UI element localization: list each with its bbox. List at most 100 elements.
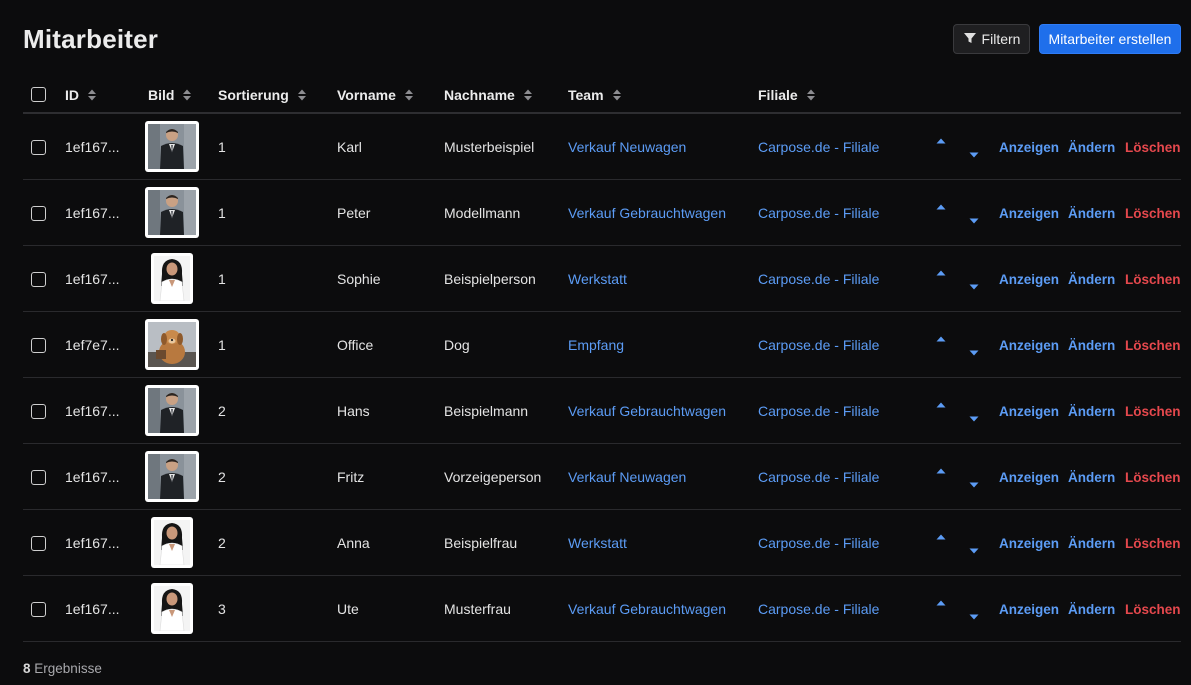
branch-link[interactable]: Carpose.de - Filiale [758, 180, 879, 246]
branch-link[interactable]: Carpose.de - Filiale [758, 378, 879, 444]
delete-link[interactable]: Löschen [1125, 180, 1181, 246]
sort-icon [523, 88, 533, 102]
delete-link[interactable]: Löschen [1125, 576, 1181, 642]
row-checkbox[interactable] [31, 272, 46, 287]
team-link[interactable]: Werkstatt [568, 510, 627, 576]
move-down-icon[interactable] [968, 278, 980, 290]
move-up-icon[interactable] [935, 330, 947, 342]
show-link[interactable]: Anzeigen [999, 444, 1059, 510]
team-link[interactable]: Verkauf Gebrauchtwagen [568, 576, 726, 642]
move-down-icon[interactable] [968, 344, 980, 356]
row-checkbox[interactable] [31, 470, 46, 485]
move-down-icon[interactable] [968, 212, 980, 224]
cell-sort: 2 [218, 403, 226, 419]
row-checkbox[interactable] [31, 536, 46, 551]
edit-link[interactable]: Ändern [1068, 576, 1115, 642]
delete-link[interactable]: Löschen [1125, 444, 1181, 510]
cell-firstname: Anna [337, 535, 370, 551]
row-checkbox[interactable] [31, 338, 46, 353]
team-link[interactable]: Verkauf Neuwagen [568, 444, 686, 510]
move-up-icon[interactable] [935, 528, 947, 540]
edit-link[interactable]: Ändern [1068, 444, 1115, 510]
show-link[interactable]: Anzeigen [999, 246, 1059, 312]
team-link[interactable]: Verkauf Gebrauchtwagen [568, 180, 726, 246]
move-up-icon[interactable] [935, 132, 947, 144]
cell-id: 1ef7e7... [65, 337, 120, 353]
edit-link[interactable]: Ändern [1068, 246, 1115, 312]
edit-link[interactable]: Ändern [1068, 510, 1115, 576]
delete-link[interactable]: Löschen [1125, 114, 1181, 180]
create-employee-button[interactable]: Mitarbeiter erstellen [1039, 24, 1181, 54]
move-down-icon[interactable] [968, 476, 980, 488]
row-checkbox[interactable] [31, 602, 46, 617]
show-link[interactable]: Anzeigen [999, 576, 1059, 642]
move-down-icon[interactable] [968, 542, 980, 554]
edit-link[interactable]: Ändern [1068, 180, 1115, 246]
show-link[interactable]: Anzeigen [999, 312, 1059, 378]
show-link[interactable]: Anzeigen [999, 180, 1059, 246]
branch-link[interactable]: Carpose.de - Filiale [758, 312, 879, 378]
column-header-firstname[interactable]: Vorname [337, 76, 414, 114]
cell-firstname: Hans [337, 403, 370, 419]
column-header-id[interactable]: ID [65, 76, 97, 114]
column-header-image[interactable]: Bild [148, 76, 192, 114]
table-row: 1ef167... 1 Sophie Beispielperson Werkst… [23, 246, 1181, 312]
branch-link[interactable]: Carpose.de - Filiale [758, 444, 879, 510]
page-title: Mitarbeiter [23, 24, 159, 54]
filter-button[interactable]: Filtern [953, 24, 1030, 54]
column-header-branch[interactable]: Filiale [758, 76, 816, 114]
delete-link[interactable]: Löschen [1125, 246, 1181, 312]
move-up-icon[interactable] [935, 462, 947, 474]
row-checkbox[interactable] [31, 140, 46, 155]
move-down-icon[interactable] [968, 146, 980, 158]
employee-photo [145, 385, 199, 436]
table-row: 1ef167... 2 Fritz Vorzeigeperson Verkauf… [23, 444, 1181, 510]
delete-link[interactable]: Löschen [1125, 378, 1181, 444]
team-link[interactable]: Werkstatt [568, 246, 627, 312]
cell-sort: 1 [218, 205, 226, 221]
move-up-icon[interactable] [935, 264, 947, 276]
cell-sort: 1 [218, 139, 226, 155]
row-checkbox[interactable] [31, 206, 46, 221]
show-link[interactable]: Anzeigen [999, 378, 1059, 444]
move-down-icon[interactable] [968, 608, 980, 620]
delete-link[interactable]: Löschen [1125, 312, 1181, 378]
delete-link[interactable]: Löschen [1125, 510, 1181, 576]
edit-link[interactable]: Ändern [1068, 378, 1115, 444]
cell-lastname: Beispielperson [444, 271, 536, 287]
show-link[interactable]: Anzeigen [999, 510, 1059, 576]
show-link[interactable]: Anzeigen [999, 114, 1059, 180]
cell-lastname: Vorzeigeperson [444, 469, 542, 485]
result-count: 8 Ergebnisse [23, 661, 102, 676]
select-all-checkbox[interactable] [31, 87, 46, 102]
employee-photo [151, 583, 193, 634]
employee-photo [151, 517, 193, 568]
filter-button-label: Filtern [981, 31, 1021, 47]
branch-link[interactable]: Carpose.de - Filiale [758, 246, 879, 312]
team-link[interactable]: Verkauf Gebrauchtwagen [568, 378, 726, 444]
column-header-lastname[interactable]: Nachname [444, 76, 533, 114]
cell-id: 1ef167... [65, 601, 120, 617]
branch-link[interactable]: Carpose.de - Filiale [758, 114, 879, 180]
move-down-icon[interactable] [968, 410, 980, 422]
team-link[interactable]: Verkauf Neuwagen [568, 114, 686, 180]
table-row: 1ef7e7... 1 Office Dog Empfang Carpose.d… [23, 312, 1181, 378]
employee-photo [151, 253, 193, 304]
move-up-icon[interactable] [935, 198, 947, 210]
column-header-team[interactable]: Team [568, 76, 622, 114]
move-up-icon[interactable] [935, 594, 947, 606]
cell-firstname: Ute [337, 601, 359, 617]
edit-link[interactable]: Ändern [1068, 114, 1115, 180]
branch-link[interactable]: Carpose.de - Filiale [758, 510, 879, 576]
column-header-sort[interactable]: Sortierung [218, 76, 307, 114]
cell-id: 1ef167... [65, 469, 120, 485]
cell-id: 1ef167... [65, 535, 120, 551]
edit-link[interactable]: Ändern [1068, 312, 1115, 378]
row-checkbox[interactable] [31, 404, 46, 419]
team-link[interactable]: Empfang [568, 312, 624, 378]
sort-icon [182, 88, 192, 102]
table-row: 1ef167... 2 Anna Beispielfrau Werkstatt … [23, 510, 1181, 576]
move-up-icon[interactable] [935, 396, 947, 408]
cell-lastname: Beispielmann [444, 403, 529, 419]
branch-link[interactable]: Carpose.de - Filiale [758, 576, 879, 642]
